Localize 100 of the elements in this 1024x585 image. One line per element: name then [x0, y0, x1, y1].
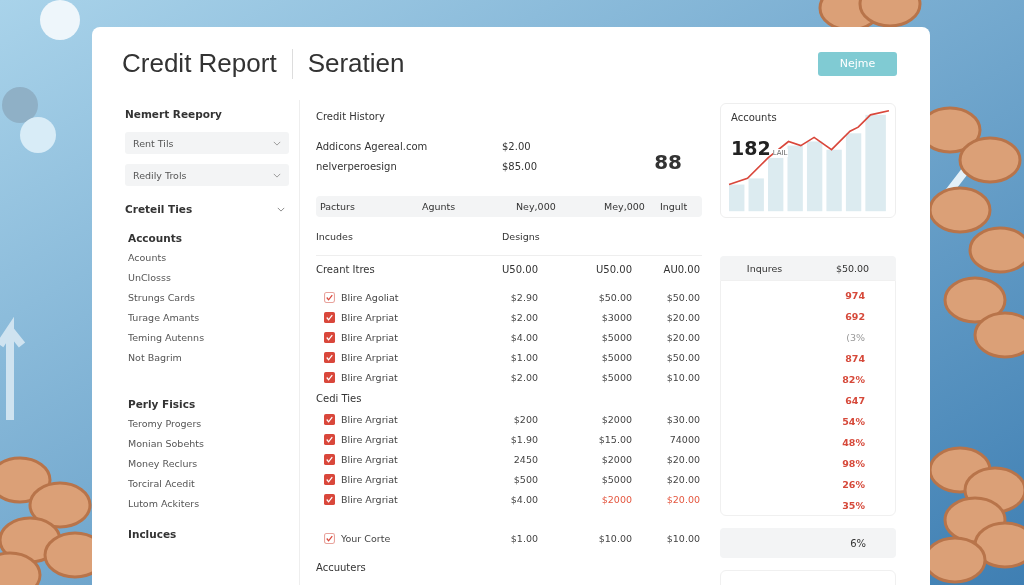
table-cell-text: Designs	[502, 230, 541, 242]
section-title: Cedi Ties	[316, 392, 363, 404]
checkbox[interactable]	[324, 532, 335, 544]
checkbox[interactable]	[324, 291, 335, 303]
sidebar-item[interactable]: Teming Autenns	[128, 332, 289, 346]
sidebar-item[interactable]: Strungs Cards	[128, 292, 289, 306]
table-cell: Blire Arpriat	[341, 351, 398, 363]
table-cell-text: $1.90	[509, 433, 538, 445]
table-cell-text: $500	[512, 473, 538, 485]
group-heading: Incluces	[127, 528, 178, 542]
group-heading: Perly Fisics	[128, 398, 197, 412]
table-cell-text: $20.00	[665, 311, 700, 323]
bubble-drawing	[40, 0, 80, 40]
chevron-down-icon	[273, 140, 281, 146]
section-title: Creant Itres	[316, 263, 376, 275]
percentage-value: 692	[845, 310, 865, 324]
table-cell-text: $20.00	[665, 493, 700, 505]
sidebar-item[interactable]: Money Reclurs	[128, 458, 289, 472]
history-name: nelverperoesign	[316, 160, 398, 172]
column-header: Ney,000	[515, 201, 557, 212]
table-cell-text: $1.00	[509, 351, 538, 363]
table-cell-text: $30.00	[665, 413, 700, 425]
checkbox[interactable]	[324, 433, 335, 445]
percentage-value: 98%	[842, 457, 865, 471]
percentage-value: 26%	[842, 478, 865, 492]
sidebar-item[interactable]: Lutom Ackiters	[128, 498, 289, 512]
table-cell-text: Incudes	[316, 230, 354, 242]
sidebar-item[interactable]: UnClosss	[128, 272, 289, 286]
table-cell-text: $4.00	[509, 493, 538, 505]
table-cell: Blire Argriat	[341, 433, 398, 445]
table-cell-text: $2.90	[509, 291, 538, 303]
checkbox[interactable]	[324, 473, 335, 485]
checkbox[interactable]	[324, 493, 335, 505]
accounts-value: 182	[731, 137, 771, 159]
table-cell-text: $20.00	[665, 331, 700, 343]
table-cell-text: $2000	[600, 413, 632, 425]
dropdown[interactable]: Redily Trols	[125, 164, 289, 186]
column-header: Agunts	[421, 201, 457, 212]
table-cell-text: $50.00	[665, 351, 700, 363]
checkbox[interactable]	[324, 371, 335, 383]
column-header: $50.00	[835, 262, 870, 274]
sidebar-heading: Nemert Reepory	[125, 108, 223, 122]
section-title: Credit History	[316, 111, 386, 124]
table-cell-text: $50.00	[665, 291, 700, 303]
history-amount: $85.00	[502, 160, 537, 172]
table-cell-text: $10.00	[665, 371, 700, 383]
chart-bar	[806, 141, 823, 212]
history-name: Addicons Agereal.com	[316, 140, 429, 152]
table-cell-text: $5000	[600, 371, 632, 383]
section-toggle[interactable]: Creteil Ties	[125, 203, 289, 215]
table-cell-text: U50.00	[595, 263, 632, 275]
chevron-down-icon	[273, 172, 281, 178]
page-title: Credit Report	[122, 48, 277, 79]
checkbox[interactable]	[324, 331, 335, 343]
table-cell-text: $20.00	[665, 453, 700, 465]
table-cell-text: U50.00	[501, 263, 538, 275]
table-cell-text: 2450	[512, 453, 538, 465]
summary-value: 6%	[850, 537, 866, 549]
table-cell: Blire Argriat	[341, 473, 398, 485]
table-cell-text: AU0.00	[662, 263, 700, 275]
chart-bar	[826, 149, 842, 212]
card-title: Accounts	[731, 112, 778, 123]
sidebar-item[interactable]: Not Bagrim	[128, 352, 289, 366]
table-cell-text: $5000	[600, 473, 632, 485]
sidebar-item[interactable]: Acounts	[128, 252, 289, 266]
table-cell-text: $10.00	[597, 532, 632, 544]
chart-bar	[768, 157, 784, 212]
table-cell-text: $4.00	[509, 331, 538, 343]
table-cell-text: $5000	[600, 331, 632, 343]
percentage-value: 974	[845, 289, 865, 303]
bubble-drawing	[2, 87, 56, 153]
checkbox[interactable]	[324, 413, 335, 425]
table-cell-text: $20.00	[665, 473, 700, 485]
table-cell-text: $3000	[600, 311, 632, 323]
percentage-value: 82%	[842, 373, 865, 387]
checkbox[interactable]	[324, 311, 335, 323]
table-cell: Blire Argriat	[341, 413, 398, 425]
percentage-value: 874	[845, 352, 865, 366]
sidebar-item[interactable]: Torciral Acedit	[128, 478, 289, 492]
percentage-value: (3%	[846, 331, 865, 345]
column-header: Ingult	[660, 201, 689, 212]
percentage-value: 35%	[842, 499, 865, 513]
sidebar-item[interactable]: Turage Amants	[128, 312, 289, 326]
checkbox[interactable]	[324, 351, 335, 363]
sidebar-item[interactable]: Teromy Progers	[128, 418, 289, 432]
history-amount: $2.00	[502, 140, 531, 152]
percentage-value: 647	[845, 394, 865, 408]
table-cell: Blire Arpriat	[341, 331, 398, 343]
sidebar-item[interactable]: Monian Sobehts	[128, 438, 289, 452]
table-cell: Blire Arpriat	[341, 311, 398, 323]
table-cell: Blire Argriat	[341, 493, 398, 505]
table-cell-text: $10.00	[665, 532, 700, 544]
table-cell-text: $2000	[600, 493, 632, 505]
chevron-icon	[277, 206, 285, 212]
table-cell: Blire Argriat	[341, 453, 398, 465]
dropdown[interactable]: Rent Tils	[125, 132, 289, 154]
table-cell-text: $15.00	[597, 433, 632, 445]
checkbox[interactable]	[324, 453, 335, 465]
column-header: Mey,000	[603, 201, 646, 212]
score-value: 88	[654, 150, 682, 174]
